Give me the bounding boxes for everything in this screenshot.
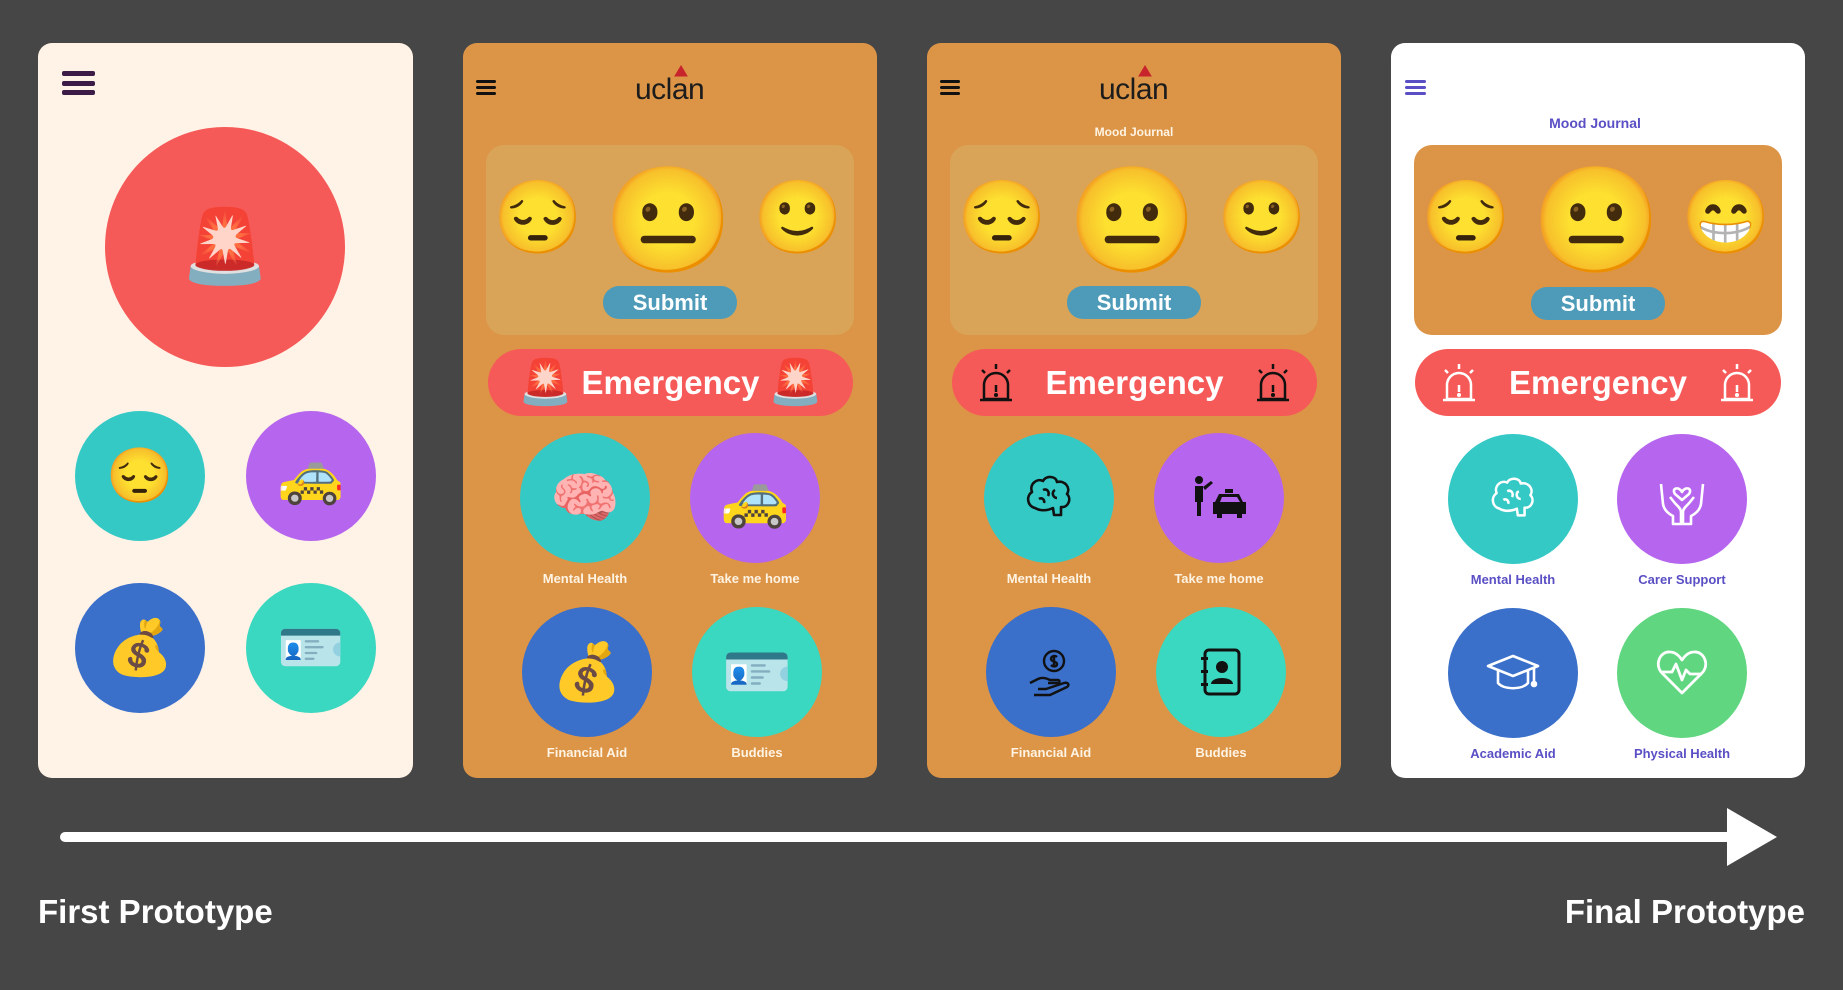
mental-health-tile[interactable]: 🧠	[520, 433, 650, 563]
taxi-icon: 🚕	[720, 466, 790, 529]
second-prototype-screen: uclan 😔 😐 🙂 Submit 🚨 Emergency 🚨 🧠 Menta…	[463, 43, 877, 778]
mental-health-label: Mental Health	[1470, 572, 1556, 587]
mood-journal-card: 😔 😐 😁 Submit	[1414, 145, 1782, 335]
mood-journal-title: Mood Journal	[1094, 125, 1174, 139]
alarm-light-icon	[1721, 363, 1753, 401]
financial-aid-label: Financial Aid	[546, 745, 628, 760]
pensive-face-icon: 😔	[106, 446, 174, 506]
submit-button[interactable]: Submit	[1067, 286, 1201, 319]
final-prototype-caption: Final Prototype	[1564, 893, 1805, 930]
taxi-button[interactable]: 🚕	[246, 411, 376, 541]
pensive-face-option[interactable]: 😔	[957, 178, 1047, 258]
academic-aid-label: Academic Aid	[1470, 746, 1556, 761]
academic-aid-tile[interactable]	[1448, 608, 1578, 738]
buddies-tile[interactable]: 🪪	[692, 607, 822, 737]
alarm-light-icon	[1257, 363, 1289, 401]
contact-book-icon	[1201, 648, 1241, 696]
taxi-icon: 🚕	[277, 446, 345, 506]
submit-button[interactable]: Submit	[1531, 287, 1665, 320]
alarm-light-icon	[980, 363, 1012, 401]
grin-face-option[interactable]: 😁	[1681, 178, 1771, 258]
heart-pulse-icon	[1656, 650, 1708, 695]
id-card-printer-icon: 🪪	[722, 640, 792, 703]
emergency-button[interactable]: Emergency	[1415, 349, 1781, 416]
police-light-icon: 🚨	[180, 207, 270, 287]
financial-aid-tile[interactable]	[986, 607, 1116, 737]
money-bag-icon: 💰	[552, 640, 622, 703]
graduation-cap-icon	[1486, 654, 1540, 690]
take-me-home-label: Take me home	[710, 571, 800, 586]
buddies-button[interactable]: 🪪	[246, 583, 376, 713]
hand-coin-icon	[1029, 649, 1070, 697]
pensive-face-option[interactable]: 😔	[1421, 178, 1511, 258]
mood-journal-card: 😔 😐 🙂 Submit	[486, 145, 854, 335]
third-prototype-screen: uclan Mood Journal 😔 😐 🙂 Submit Emergenc…	[927, 43, 1341, 778]
submit-button[interactable]: Submit	[603, 286, 737, 319]
smile-face-option[interactable]: 🙂	[1217, 178, 1307, 258]
neutral-face-option[interactable]: 😐	[1532, 163, 1662, 278]
financial-aid-tile[interactable]: 💰	[522, 607, 652, 737]
arrow-right-icon	[1727, 808, 1777, 866]
mood-journal-card: 😔 😐 🙂 Submit	[950, 145, 1318, 335]
emergency-button[interactable]: Emergency	[952, 349, 1317, 416]
uclan-logo: uclan	[635, 65, 705, 107]
emergency-label: Emergency	[1509, 363, 1687, 401]
id-card-printer-icon: 🪪	[277, 618, 345, 678]
menu-icon[interactable]	[940, 80, 960, 95]
mental-health-tile[interactable]	[984, 433, 1114, 563]
mood-journal-title: Mood Journal	[1549, 115, 1641, 131]
police-light-icon: 🚨	[768, 357, 823, 407]
mood-button[interactable]: 😔	[75, 411, 205, 541]
person-taxi-icon	[1195, 476, 1246, 518]
buddies-label: Buddies	[731, 745, 783, 760]
pensive-face-option[interactable]: 😔	[493, 178, 583, 258]
physical-health-label: Physical Health	[1633, 746, 1731, 761]
police-light-icon: 🚨	[518, 357, 573, 407]
menu-icon[interactable]	[62, 71, 95, 95]
neutral-face-option[interactable]: 😐	[1068, 163, 1198, 278]
brain-outline-icon	[1026, 475, 1071, 517]
hands-heart-icon	[1659, 483, 1705, 526]
mental-health-tile[interactable]	[1448, 434, 1578, 564]
take-me-home-tile[interactable]: 🚕	[690, 433, 820, 563]
emergency-label: Emergency	[581, 363, 760, 401]
menu-icon[interactable]	[1405, 80, 1426, 95]
carer-support-tile[interactable]	[1617, 434, 1747, 564]
logo-text: uclan	[1099, 73, 1169, 106]
money-bag-icon: 💰	[106, 618, 174, 678]
take-me-home-label: Take me home	[1174, 571, 1264, 586]
physical-health-tile[interactable]	[1617, 608, 1747, 738]
leaf-mark-icon	[674, 65, 688, 77]
emergency-label: Emergency	[1045, 363, 1224, 401]
neutral-face-option[interactable]: 😐	[604, 163, 734, 278]
carer-support-label: Carer Support	[1638, 572, 1726, 587]
logo-text: uclan	[635, 73, 705, 106]
uclan-logo: uclan	[1099, 65, 1169, 107]
menu-icon[interactable]	[476, 80, 496, 95]
buddies-label: Buddies	[1195, 745, 1247, 760]
timeline-arrow-line	[60, 832, 1740, 842]
smile-face-option[interactable]: 🙂	[753, 178, 843, 258]
alarm-light-icon	[1443, 363, 1475, 401]
emergency-button[interactable]: 🚨 Emergency 🚨	[488, 349, 853, 416]
emergency-button[interactable]: 🚨	[105, 127, 345, 367]
financial-button[interactable]: 💰	[75, 583, 205, 713]
buddies-tile[interactable]	[1156, 607, 1286, 737]
financial-aid-label: Financial Aid	[1010, 745, 1092, 760]
first-prototype-screen: 🚨 😔 🚕 💰 🪪	[38, 43, 413, 778]
mental-health-label: Mental Health	[542, 571, 628, 586]
take-me-home-tile[interactable]	[1154, 433, 1284, 563]
final-prototype-screen: Mood Journal 😔 😐 😁 Submit Emergency Ment…	[1391, 43, 1805, 778]
brain-outline-icon	[1491, 477, 1534, 517]
brain-icon: 🧠	[550, 466, 620, 529]
mental-health-label: Mental Health	[1006, 571, 1092, 586]
leaf-mark-icon	[1138, 65, 1152, 77]
first-prototype-caption: First Prototype	[38, 893, 273, 930]
